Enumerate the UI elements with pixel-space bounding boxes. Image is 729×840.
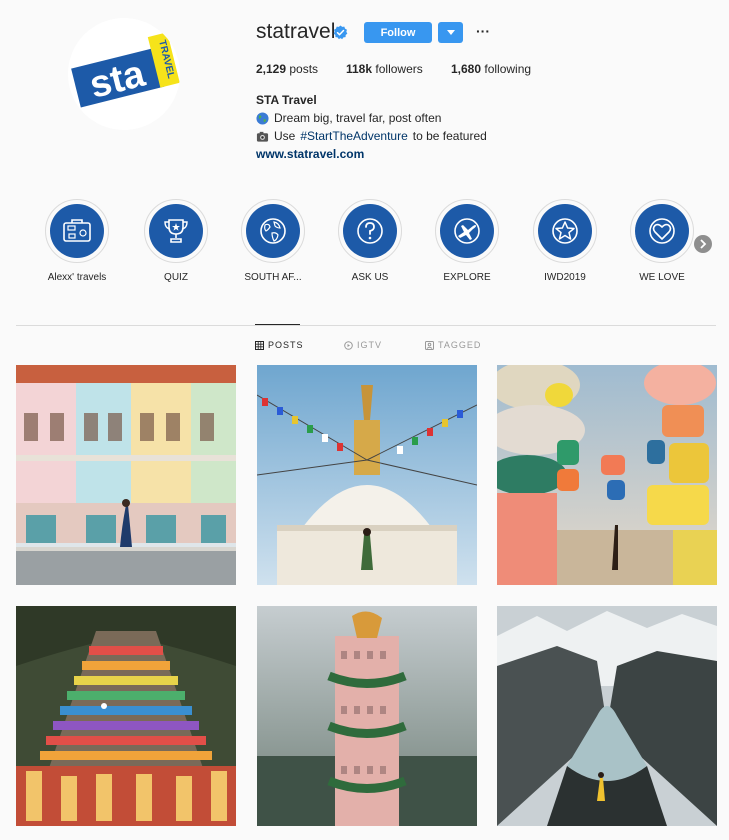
followers-label: followers	[375, 62, 423, 76]
highlight-label: EXPLORE	[443, 272, 491, 283]
following-count: 1,680	[451, 62, 482, 76]
highlight-explore[interactable]: EXPLORE	[435, 199, 499, 283]
post-image-rock-towers	[497, 365, 717, 585]
suggested-accounts-button[interactable]	[438, 22, 463, 43]
suitcase-icon	[63, 219, 91, 242]
highlight-label: WE LOVE	[639, 272, 685, 283]
tagged-icon	[425, 340, 434, 350]
bio-line-1-text: Dream big, travel far, post often	[274, 111, 442, 125]
bio-line-1: Dream big, travel far, post often	[256, 111, 441, 125]
highlight-label: Alexx' travels	[47, 272, 107, 283]
bio-featured-text: to be featured	[412, 129, 487, 143]
highlight-ring	[435, 199, 499, 263]
post-thumbnail[interactable]	[497, 365, 717, 585]
post-image-shophouses	[16, 365, 236, 585]
profile-full-name: STA Travel	[256, 93, 317, 107]
question-icon	[357, 218, 383, 244]
camera-emoji-icon	[256, 131, 269, 142]
profile-username: statravel	[256, 20, 336, 43]
post-image-stupa	[257, 365, 477, 585]
airplane-icon	[454, 218, 480, 244]
highlight-south-africa[interactable]: SOUTH AF...	[241, 199, 305, 283]
active-tab-indicator	[255, 324, 300, 325]
highlight-label: ASK US	[351, 272, 389, 283]
post-thumbnail[interactable]	[257, 365, 477, 585]
highlight-ask-us[interactable]: ASK US	[338, 199, 402, 283]
follow-button[interactable]: Follow	[364, 22, 432, 43]
chevron-right-icon	[700, 239, 707, 249]
igtv-icon	[344, 340, 353, 350]
highlight-ring	[338, 199, 402, 263]
profile-avatar[interactable]: TRAVEL sta	[68, 18, 180, 130]
post-image-mountain-lake	[497, 606, 717, 826]
highlights-next-button[interactable]	[694, 235, 712, 253]
highlight-label: IWD2019	[544, 272, 586, 283]
post-thumbnail[interactable]	[16, 365, 236, 585]
star-icon	[552, 218, 578, 244]
post-thumbnail[interactable]	[16, 606, 236, 826]
tab-tagged[interactable]: TAGGED	[425, 340, 481, 350]
followers-count: 118k	[346, 62, 373, 76]
highlight-ring	[241, 199, 305, 263]
highlight-ring	[144, 199, 208, 263]
bio-line-2: Use #StartTheAdventure to be featured	[256, 129, 487, 143]
tab-tagged-label: TAGGED	[438, 340, 482, 350]
highlight-quiz[interactable]: QUIZ	[144, 199, 208, 283]
following-link[interactable]: 1,680 following	[451, 62, 531, 76]
post-thumbnail[interactable]	[257, 606, 477, 826]
highlight-ring	[630, 199, 694, 263]
post-image-dragon-tower	[257, 606, 477, 826]
bio-use-text: Use	[274, 129, 296, 143]
sta-travel-logo: TRAVEL sta	[68, 18, 180, 130]
trophy-icon	[164, 219, 188, 243]
tab-igtv-label: IGTV	[357, 340, 383, 350]
highlight-ring	[45, 199, 109, 263]
tab-igtv[interactable]: IGTV	[344, 340, 382, 350]
highlight-ring	[533, 199, 597, 263]
posts-count-stat: 2,129 posts	[256, 62, 318, 76]
verified-badge-icon	[333, 25, 348, 40]
post-image-temple-stairs	[16, 606, 236, 826]
globe-emoji-icon	[256, 111, 269, 125]
following-label: following	[484, 62, 532, 76]
heart-icon	[649, 218, 675, 244]
post-thumbnail[interactable]	[497, 606, 717, 826]
highlight-alexx-travels[interactable]: Alexx' travels	[45, 199, 109, 283]
posts-label: posts	[289, 62, 319, 76]
hashtag-link[interactable]: #StartTheAdventure	[300, 129, 407, 143]
website-link[interactable]: www.statravel.com	[256, 147, 364, 161]
highlight-label: SOUTH AF...	[244, 272, 302, 283]
posts-count: 2,129	[256, 62, 287, 76]
highlight-we-love[interactable]: WE LOVE	[630, 199, 694, 283]
triangle-down-icon	[446, 29, 455, 35]
globe-icon	[260, 218, 286, 244]
more-options-button[interactable]: ···	[474, 23, 492, 39]
tab-posts-label: POSTS	[268, 340, 304, 350]
highlight-iwd2019[interactable]: IWD2019	[533, 199, 597, 283]
followers-link[interactable]: 118k followers	[346, 62, 423, 76]
tab-posts[interactable]: POSTS	[255, 340, 304, 350]
highlight-label: QUIZ	[164, 272, 188, 283]
grid-icon	[255, 340, 264, 350]
tabs-divider	[16, 325, 716, 326]
